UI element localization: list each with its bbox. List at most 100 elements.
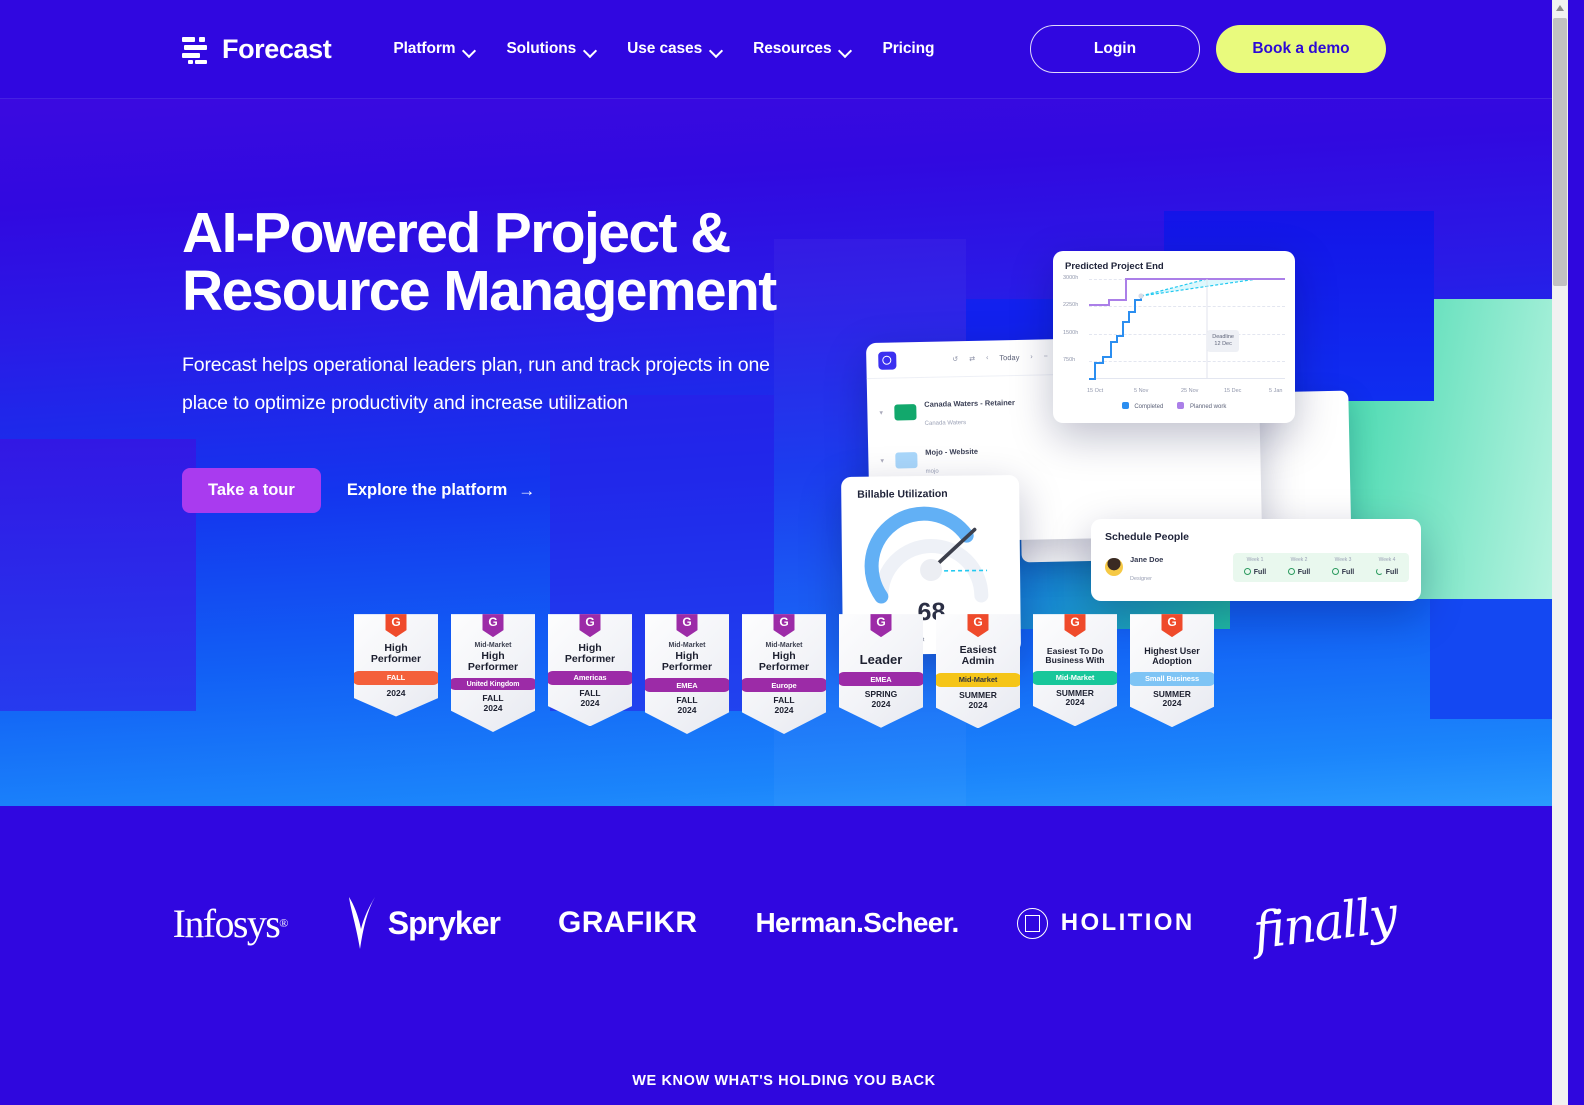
toolbar-next-icon[interactable]: › (1030, 354, 1032, 361)
week-header: Week 1 (1246, 556, 1264, 563)
project-client: Canada Waters (924, 420, 967, 427)
badge-shape: G Mid-Market High Performer EMEA FALL 2024 (645, 614, 729, 734)
scrollbar-thumb[interactable] (1553, 18, 1567, 286)
page-scrollbar[interactable] (1552, 0, 1568, 1105)
logo-infosys: Infosys ® (173, 885, 289, 961)
chevron-down-icon: ▾ (880, 457, 885, 465)
mockup-predicted-project-end-chart: Predicted Project End 3000h 2250h 1500h … (1053, 251, 1295, 423)
g2-badge[interactable]: G High Performer Americas FALL 2024 (548, 614, 632, 734)
project-text: Canada Waters - Retainer Canada Waters (924, 392, 1015, 430)
week-value-wrap: Full (1321, 567, 1365, 576)
explore-the-platform-link[interactable]: Explore the platform → (347, 481, 535, 500)
login-button[interactable]: Login (1030, 25, 1200, 73)
top-navigation-bar: Forecast Platform Solutions Use cases Re… (0, 0, 1568, 99)
nav-item-resources[interactable]: Resources (753, 40, 852, 58)
nav-item-resources-label: Resources (753, 40, 832, 57)
project-client: mojo (925, 468, 939, 475)
g2-badge[interactable]: G High Performer FALL 2024 (354, 614, 438, 734)
take-a-tour-button[interactable]: Take a tour (182, 468, 321, 514)
g2-badge[interactable]: G Easiest To Do Business With Mid-Market … (1033, 614, 1117, 734)
nav-item-pricing-label: Pricing (882, 40, 935, 57)
brand-logo[interactable]: Forecast (182, 34, 332, 65)
chevron-down-icon: ▾ (879, 409, 884, 417)
book-a-demo-button[interactable]: Book a demo (1216, 25, 1386, 73)
headline-line-2: Resource Management (182, 259, 777, 324)
chart-plot-area: 3000h 2250h 1500h 750h Deadline 12 Dec 1… (1063, 275, 1285, 394)
g2-badge[interactable]: G Mid-Market High Performer United Kingdo… (451, 614, 535, 734)
scroll-up-arrow-icon[interactable] (1556, 5, 1564, 11)
nav-links: Platform Solutions Use cases Resources P… (393, 40, 934, 58)
project-name: Mojo - Website (925, 446, 979, 457)
explore-label: Explore the platform (346, 481, 508, 500)
badge-main-text: Easiest To Do Business With (1045, 646, 1105, 666)
x-tick-label: 5 Nov (1134, 388, 1149, 394)
badge-ribbon: Mid-Market (1033, 670, 1117, 685)
chevron-down-icon (585, 46, 597, 53)
badge-footer: SUMMER 2024 (1056, 687, 1094, 708)
card-title: Schedule People (1105, 531, 1190, 543)
badge-footer: SPRING 2024 (864, 689, 898, 709)
toolbar-zoom-out-icon[interactable]: − (1044, 353, 1048, 360)
g2-badge[interactable]: G Leader EMEA SPRING 2024 (839, 614, 923, 734)
partial-circle-icon (1375, 567, 1383, 575)
x-tick-label: 15 Dec (1224, 388, 1242, 394)
badge-shape: G High Performer FALL 2024 (354, 614, 438, 717)
g2-logo-icon: G (385, 614, 407, 638)
toolbar-undo-icon[interactable]: ↺ (952, 355, 958, 363)
logo-spryker: Spryker (345, 885, 501, 961)
badge-shape: G High Performer Americas FALL 2024 (548, 614, 632, 727)
g2-logo-icon: G (967, 614, 989, 638)
logo-herman-line-1: Herman. (755, 907, 864, 939)
mockup-toolbar-controls: ↺ ⇄ ‹ Today › − + (952, 352, 1063, 363)
mockup-schedule-people-card: Schedule People Jane Doe Designer Week 1… (1091, 519, 1421, 601)
schedule-body: Jane Doe Designer Week 1 Full Week 2 Ful… (1091, 543, 1421, 585)
g2-logo-icon: G (1161, 614, 1183, 638)
toolbar-swap-icon[interactable]: ⇄ (969, 354, 975, 362)
g2-logo-icon: G (579, 614, 601, 638)
g2-badge[interactable]: G Highest User Adoption Small Business SU… (1130, 614, 1214, 734)
week-cell: Week 1 Full (1233, 557, 1277, 576)
headline-line-1: AI-Powered Project & (182, 201, 731, 265)
week-cell: Week 4 Full (1365, 557, 1409, 576)
g2-badge[interactable]: G Mid-Market High Performer Europe FALL 20… (742, 614, 826, 734)
badge-main-text: Easiest Admin (959, 644, 997, 668)
legend-swatch (1121, 402, 1129, 409)
badge-footer: FALL 2024 (579, 687, 601, 708)
g2-logo-icon: G (773, 614, 795, 638)
person-text: Jane Doe Designer (1130, 549, 1163, 585)
week-value: Full (1341, 568, 1355, 576)
search-icon[interactable] (878, 350, 897, 370)
person-role: Designer (1130, 576, 1153, 582)
nav-item-pricing[interactable]: Pricing (882, 40, 934, 58)
holition-mark-icon (1016, 907, 1048, 939)
check-circle-icon (1243, 567, 1251, 575)
landing-page: Forecast Platform Solutions Use cases Re… (0, 0, 1568, 1105)
nav-item-solutions-label: Solutions (506, 40, 577, 57)
week-cell: Week 3 Full (1321, 557, 1365, 576)
badge-pre-text: Mid-Market (765, 642, 803, 650)
gauge-chart (864, 506, 995, 604)
badge-shape: G Highest User Adoption Small Business SU… (1130, 614, 1214, 728)
week-value-wrap: Full (1233, 567, 1277, 576)
badge-ribbon: United Kingdom (451, 678, 535, 691)
g2-badge[interactable]: G Easiest Admin Mid-Market SUMMER 2024 (936, 614, 1020, 734)
week-value-wrap: Full (1277, 567, 1321, 576)
y-tick-label: 3000h (1063, 275, 1079, 281)
nav-item-platform-label: Platform (393, 40, 456, 57)
toolbar-prev-icon[interactable]: ‹ (986, 355, 988, 362)
client-logos-strip: Infosys ® Spryker GRAFIKR Herman. Scheer.… (0, 806, 1568, 1040)
section-kicker: WE KNOW WHAT'S HOLDING YOU BACK (632, 1073, 936, 1089)
forecast-logo-icon (182, 35, 208, 64)
toolbar-today-button[interactable]: Today (999, 353, 1019, 362)
nav-item-use-cases[interactable]: Use cases (627, 40, 723, 58)
badge-shape: G Mid-Market High Performer Europe FALL 20… (742, 614, 826, 734)
page-title: AI-Powered Project & Resource Management (182, 204, 822, 320)
nav-item-platform[interactable]: Platform (393, 40, 476, 58)
nav-item-solutions[interactable]: Solutions (506, 40, 597, 58)
g2-badge[interactable]: G Mid-Market High Performer EMEA FALL 2024 (645, 614, 729, 734)
badge-pre-text: Mid-Market (474, 642, 512, 650)
registered-mark-icon: ® (279, 915, 288, 930)
badge-footer: FALL 2024 (482, 693, 504, 714)
project-text: Mojo - Website mojo (925, 441, 979, 478)
logo-herman-scheer: Herman. Scheer. (755, 885, 959, 961)
